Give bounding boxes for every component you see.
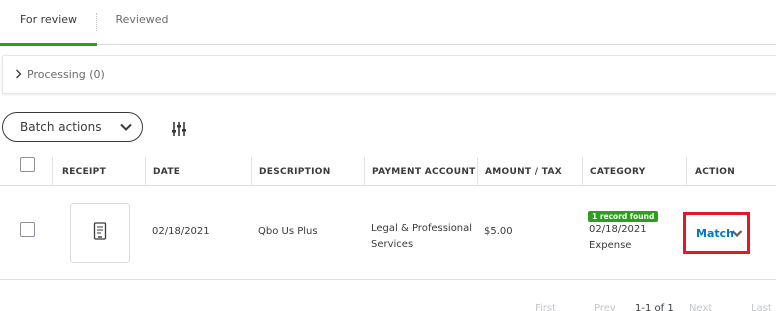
column-divider [477, 157, 478, 186]
table-row[interactable]: 02/18/2021 Qbo Us Plus Legal & Professio… [0, 186, 776, 280]
tab-for-review[interactable]: For review [0, 0, 97, 46]
record-found-badge: 1 record found [588, 211, 659, 222]
select-all-checkbox[interactable] [20, 157, 35, 172]
column-divider [582, 157, 583, 186]
pagination-next[interactable]: Next [689, 303, 712, 311]
row-description: Qbo Us Plus [258, 226, 318, 237]
receipt-thumbnail[interactable] [70, 203, 130, 263]
processing-label: Processing (0) [27, 68, 105, 81]
column-divider [52, 157, 53, 186]
pagination-prev[interactable]: Prev [594, 303, 616, 311]
pagination-range: 1-1 of 1 [635, 303, 674, 311]
category-match-date: 02/18/2021 [589, 224, 647, 235]
column-header-action: ACTION [695, 167, 736, 177]
batch-actions-button[interactable]: Batch actions [2, 112, 143, 142]
column-divider [251, 157, 252, 186]
column-header-payment-account[interactable]: PAYMENT ACCOUNT [372, 155, 476, 186]
pagination-first[interactable]: First [535, 303, 556, 311]
row-date: 02/18/2021 [152, 226, 210, 237]
batch-actions-label: Batch actions [20, 120, 102, 134]
column-header-category[interactable]: CATEGORY [590, 155, 646, 186]
row-amount: $5.00 [484, 226, 513, 237]
chevron-down-icon [120, 123, 132, 131]
chevron-down-icon[interactable] [731, 229, 743, 238]
tab-for-review-label: For review [19, 13, 78, 26]
row-payment-account: Legal & Professional Services [371, 221, 472, 253]
table-header: RECEIPT DATE DESCRIPTION PAYMENT ACCOUNT… [0, 155, 776, 186]
column-divider [686, 157, 687, 186]
row-category: 02/18/2021 Expense [589, 222, 647, 254]
chevron-right-icon [16, 69, 22, 79]
pagination-last[interactable]: Last [751, 303, 772, 311]
review-tabs: For review Reviewed [0, 0, 776, 46]
processing-panel[interactable]: Processing (0) [2, 55, 776, 94]
active-tab-indicator [0, 43, 97, 46]
payment-account-line: Services [371, 239, 414, 250]
row-checkbox[interactable] [20, 222, 35, 237]
column-header-amount-tax[interactable]: AMOUNT / TAX [485, 155, 562, 186]
tab-reviewed[interactable]: Reviewed [97, 0, 187, 45]
settings-sliders-icon[interactable] [170, 121, 188, 137]
tab-reviewed-label: Reviewed [115, 13, 169, 26]
match-action-button[interactable]: Match [683, 212, 750, 254]
column-divider [364, 157, 365, 186]
column-divider [145, 157, 146, 186]
column-header-description[interactable]: DESCRIPTION [259, 155, 331, 186]
category-match-type: Expense [589, 240, 632, 251]
match-action-label[interactable]: Match [696, 227, 734, 240]
column-header-date[interactable]: DATE [153, 155, 180, 186]
payment-account-line: Legal & Professional [371, 223, 473, 234]
column-header-receipt[interactable]: RECEIPT [62, 155, 106, 186]
receipt-upload-icon [93, 222, 107, 240]
